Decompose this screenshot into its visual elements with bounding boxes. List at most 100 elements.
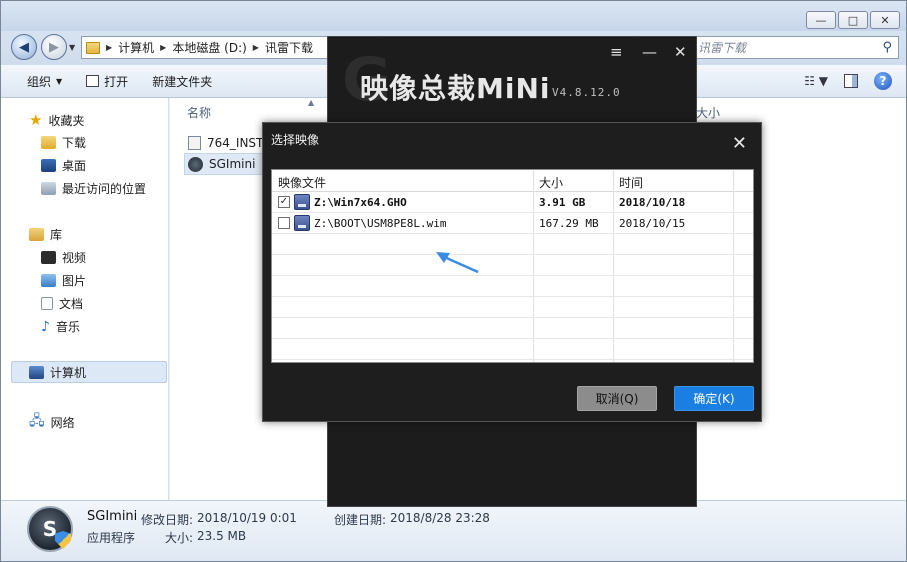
view-controls: ☷ ▼ ?: [804, 72, 892, 90]
nav-network[interactable]: 🖧 网络: [29, 410, 75, 434]
pointer-arrow-icon: [436, 252, 479, 274]
open-icon: [86, 75, 100, 87]
nav-pictures-label: 图片: [62, 274, 87, 288]
desktop-icon: [41, 159, 56, 172]
table-row[interactable]: Z:\BOOT\USM8PE8L.wim 167.29 MB 2018/10/1…: [272, 213, 753, 234]
column-header-size[interactable]: 大小: [696, 104, 720, 121]
sort-arrow-icon: ▲: [308, 98, 315, 107]
select-image-dialog: 选择映像 ✕ 映像文件 大小 时间 ✓ Z:\Win7x64.GHO 3.91 …: [262, 122, 762, 422]
details-modified: 2018/10/19 0:01: [197, 511, 297, 525]
disk-image-icon: [294, 215, 310, 231]
app-title: 映像总裁MiNi: [360, 72, 551, 105]
preview-pane-icon[interactable]: [844, 74, 858, 88]
ok-button[interactable]: 确定(K): [674, 386, 754, 411]
nav-favorites[interactable]: ★ 收藏夹: [29, 111, 84, 129]
nav-libraries[interactable]: 库: [29, 226, 62, 243]
computer-icon: [29, 366, 44, 379]
app-minimize-button[interactable]: —: [642, 43, 657, 61]
help-icon[interactable]: ?: [874, 72, 892, 90]
app-close-button[interactable]: ✕: [674, 43, 687, 61]
nav-videos-label: 视频: [62, 251, 87, 265]
recent-pages-dropdown-icon[interactable]: ▼: [69, 43, 75, 52]
breadcrumb-computer[interactable]: 计算机: [118, 39, 154, 56]
column-header-name[interactable]: 名称: [187, 104, 211, 121]
file-name: SGImini: [209, 157, 256, 171]
row-path: Z:\Win7x64.GHO: [314, 196, 407, 209]
open-label: 打开: [104, 74, 129, 89]
header-time[interactable]: 时间: [619, 174, 643, 191]
nav-recent[interactable]: 最近访问的位置: [41, 180, 146, 197]
row-path: Z:\BOOT\USM8PE8L.wim: [314, 217, 447, 230]
nav-desktop-label: 桌面: [62, 159, 87, 173]
nav-pictures[interactable]: 图片: [41, 272, 86, 289]
search-icon[interactable]: ⚲: [882, 40, 892, 55]
table-header: 映像文件 大小 时间: [272, 170, 753, 192]
organize-button[interactable]: 组织 ▼: [1, 65, 74, 97]
chevron-down-icon: ▼: [56, 76, 63, 86]
row-checkbox[interactable]: [278, 217, 290, 229]
app-version: V4.8.12.0: [552, 86, 621, 99]
row-checkbox[interactable]: ✓: [278, 196, 290, 208]
close-button[interactable]: ✕: [870, 11, 900, 29]
chevron-right-icon[interactable]: ▶: [106, 43, 112, 52]
arrow-right-icon: ▶: [49, 39, 59, 55]
nav-network-label: 网络: [50, 415, 75, 430]
dialog-close-button[interactable]: ✕: [732, 133, 747, 154]
details-type: 应用程序: [87, 531, 136, 545]
chevron-right-icon[interactable]: ▶: [160, 43, 166, 52]
libraries-icon: [29, 228, 44, 241]
chevron-right-icon[interactable]: ▶: [253, 43, 259, 52]
details-size-label: 大小:: [165, 531, 194, 545]
new-folder-button[interactable]: 新建文件夹: [140, 65, 224, 97]
nav-computer[interactable]: 计算机: [29, 364, 86, 381]
nav-documents-label: 文档: [59, 297, 84, 311]
file-name: 764_INST: [207, 136, 264, 150]
search-input[interactable]: 讯雷下载 ⚲: [691, 36, 899, 59]
file-item[interactable]: 764_INST: [188, 133, 268, 153]
table-row-empty: [272, 297, 753, 318]
forward-button[interactable]: ▶: [41, 34, 67, 60]
nav-music[interactable]: ♪ 音乐: [41, 318, 80, 335]
file-item-selected[interactable]: SGImini: [184, 153, 268, 175]
cancel-button[interactable]: 取消(Q): [577, 386, 657, 411]
back-button[interactable]: ◀: [11, 34, 37, 60]
row-date: 2018/10/15: [619, 217, 686, 230]
table-row-empty: [272, 318, 753, 339]
sgimini-app-icon: [188, 156, 203, 172]
nav-music-label: 音乐: [55, 320, 80, 334]
nav-recent-label: 最近访问的位置: [62, 182, 147, 196]
menu-icon[interactable]: ≡: [610, 43, 623, 61]
breadcrumb-folder[interactable]: 讯雷下载: [265, 39, 313, 56]
nav-libraries-label: 库: [50, 228, 63, 242]
header-size[interactable]: 大小: [539, 174, 563, 191]
disk-image-icon: [294, 194, 310, 210]
network-icon: 🖧: [29, 413, 45, 429]
row-size: 167.29 MB: [539, 217, 599, 230]
table-row-empty: [272, 255, 753, 276]
documents-icon: [41, 297, 53, 310]
table-row-empty: [272, 276, 753, 297]
minimize-button[interactable]: —: [806, 11, 836, 29]
table-row[interactable]: ✓ Z:\Win7x64.GHO 3.91 GB 2018/10/18: [272, 192, 753, 213]
table-row-empty: [272, 339, 753, 360]
nav-videos[interactable]: 视频: [41, 249, 86, 266]
view-options-icon[interactable]: ☷ ▼: [804, 74, 828, 88]
nav-documents[interactable]: 文档: [41, 295, 83, 312]
header-image-file[interactable]: 映像文件: [278, 174, 326, 191]
breadcrumb-drive-d[interactable]: 本地磁盘 (D:): [172, 39, 246, 56]
arrow-left-icon: ◀: [19, 39, 29, 55]
star-icon: ★: [29, 111, 43, 129]
organize-label: 组织: [27, 74, 52, 89]
row-size: 3.91 GB: [539, 196, 586, 209]
nav-downloads[interactable]: 下载: [41, 134, 86, 151]
nav-desktop[interactable]: 桌面: [41, 157, 86, 174]
details-created: 2018/8/28 23:28: [390, 511, 490, 525]
installer-file-icon: [188, 136, 201, 150]
music-icon: ♪: [41, 318, 50, 335]
new-folder-label: 新建文件夹: [152, 74, 213, 89]
recent-places-icon: [41, 182, 56, 195]
search-placeholder: 讯雷下载: [698, 41, 747, 55]
maximize-button[interactable]: □: [838, 11, 868, 29]
open-button[interactable]: 打开: [74, 65, 140, 97]
details-pane: S SGImini 修改日期: 2018/10/19 0:01 创建日期: 20…: [1, 500, 906, 561]
